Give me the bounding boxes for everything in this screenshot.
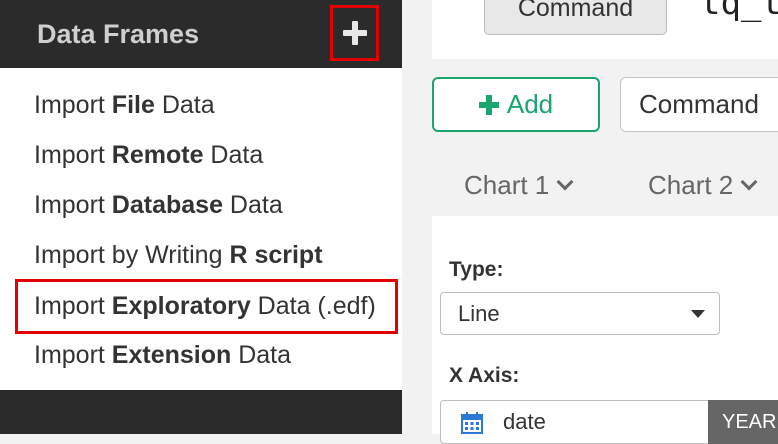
menu-item-import-database[interactable]: Import Database Data [34,185,283,225]
plus-icon [478,94,499,115]
menu-item-import-r-script[interactable]: Import by Writing R script [34,235,323,275]
command-text: tq_tr [700,0,778,23]
add-data-frame-button[interactable] [330,5,379,61]
sidebar: Data Frames Import File Data Import Remo… [0,0,402,434]
menu-item-import-exploratory[interactable]: Import Exploratory Data (.edf) [15,279,398,334]
x-axis-unit-button[interactable]: YEAR [708,400,778,444]
command-button[interactable]: Command [620,77,778,132]
add-button[interactable]: Add [432,77,600,132]
chevron-down-icon [740,173,758,191]
calendar-icon [461,412,483,434]
top-command-button[interactable]: Command [484,0,667,35]
type-select[interactable]: Line [440,292,720,335]
menu-item-import-extension[interactable]: Import Extension Data [34,335,291,375]
sidebar-title: Data Frames [37,19,200,49]
top-command-panel: Command tq_tr [432,0,778,59]
x-axis-label: X Axis: [449,364,520,387]
menu-item-import-remote[interactable]: Import Remote Data [34,135,263,175]
tab-chart-1[interactable]: Chart 1 [464,165,574,205]
x-axis-field[interactable]: date [440,400,710,444]
type-select-value: Line [458,301,500,326]
chevron-down-icon [556,173,574,191]
import-menu: Import File Data Import Remote Data Impo… [0,68,402,390]
add-button-label: Add [506,89,554,119]
x-axis-value: date [503,409,546,434]
caret-down-icon [691,310,705,318]
sidebar-header: Data Frames [0,0,402,68]
plus-icon [342,21,367,45]
tab-chart-2[interactable]: Chart 2 [648,165,758,205]
menu-item-import-file[interactable]: Import File Data [34,85,215,125]
type-label: Type: [449,258,504,281]
